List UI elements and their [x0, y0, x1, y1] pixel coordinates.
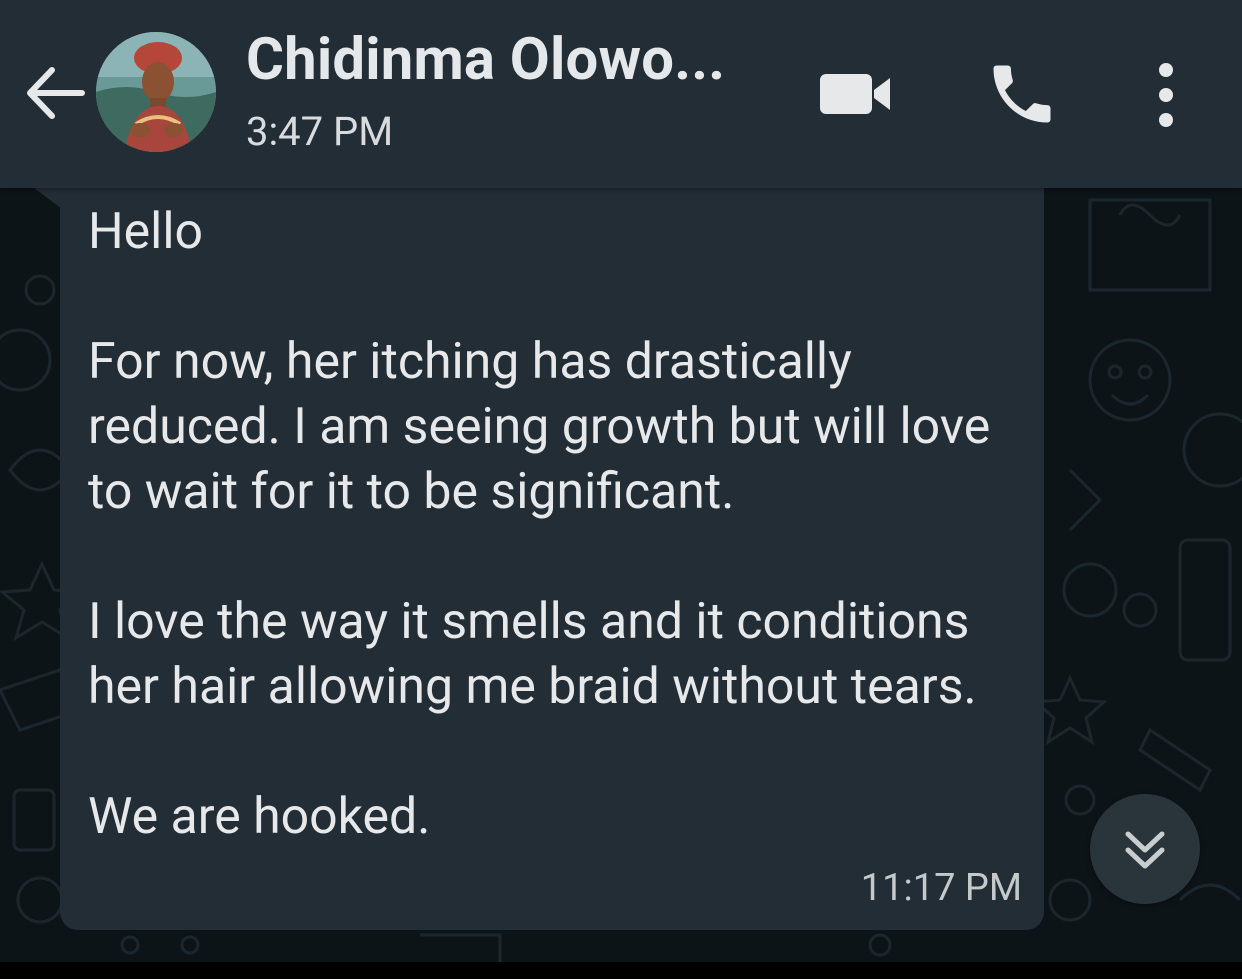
- message-paragraph: For now, her itching has drastically red…: [88, 333, 991, 521]
- last-seen-status: 3:47 PM: [246, 108, 394, 155]
- contact-name[interactable]: Chidinma Olowo...: [246, 26, 725, 94]
- message-text: Hello For now, her itching has drastical…: [88, 200, 1018, 850]
- more-vert-icon: [1159, 63, 1173, 127]
- back-button[interactable]: [22, 62, 88, 124]
- chat-header: Chidinma Olowo... 3:47 PM: [0, 0, 1242, 188]
- videocam-icon: [820, 74, 890, 114]
- voice-call-button[interactable]: [984, 56, 1060, 132]
- more-options-button[interactable]: [1146, 60, 1186, 130]
- avatar-image: [96, 32, 216, 152]
- message-paragraph: I love the way it smells and it conditio…: [88, 593, 977, 716]
- double-chevron-down-icon: [1125, 831, 1165, 869]
- arrow-back-icon: [27, 67, 85, 119]
- video-call-button[interactable]: [816, 66, 896, 122]
- incoming-message-bubble[interactable]: Hello For now, her itching has drastical…: [60, 170, 1044, 930]
- chat-screen: Chidinma Olowo... 3:47 PM Hello For now,…: [0, 0, 1242, 962]
- message-paragraph: Hello: [88, 203, 204, 261]
- message-paragraph: We are hooked.: [88, 788, 431, 846]
- contact-avatar[interactable]: [96, 32, 216, 152]
- phone-icon: [993, 65, 1051, 123]
- scroll-to-bottom-button[interactable]: [1090, 794, 1200, 904]
- message-timestamp: 11:17 PM: [860, 866, 1022, 910]
